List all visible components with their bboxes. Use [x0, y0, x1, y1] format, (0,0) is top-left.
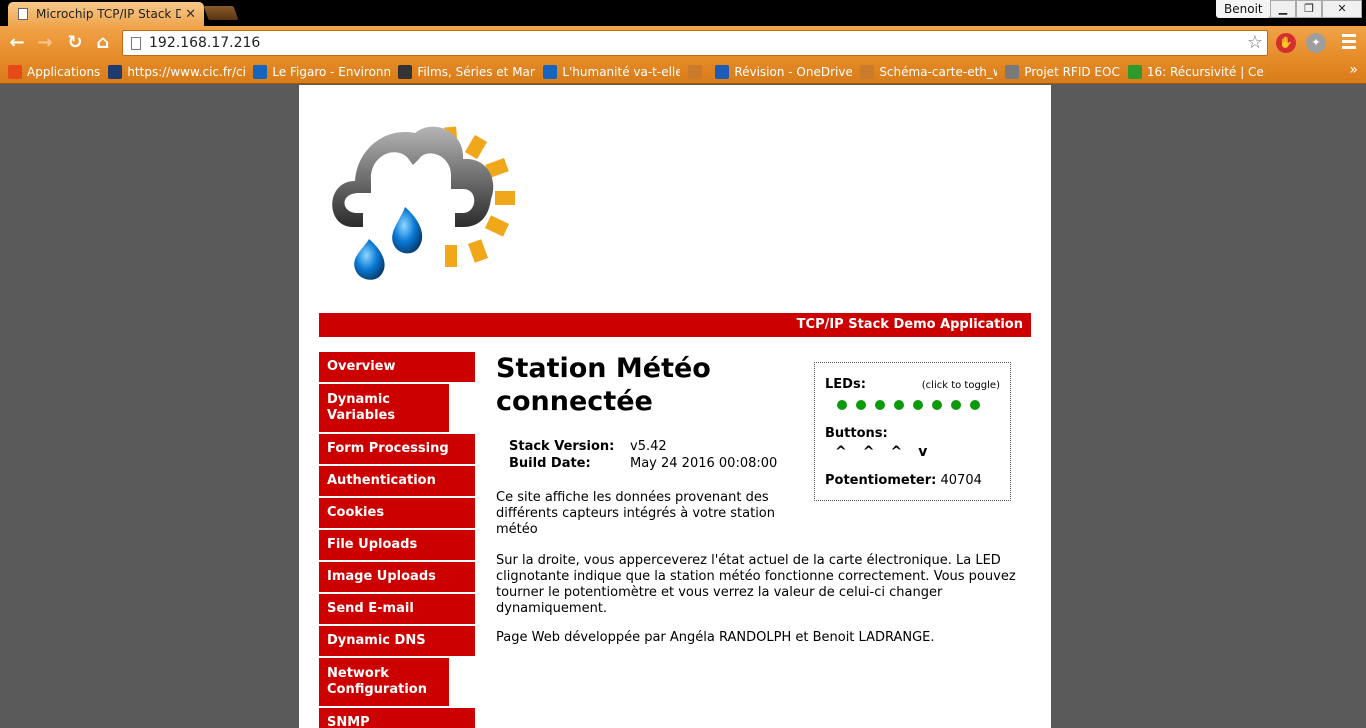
browser-toolbar: ← → ↻ ⌂ 192.168.17.216 ☆ ✋ ✦ [0, 26, 1366, 60]
bookmark-label: L'humanité va-t-elle m [562, 64, 681, 79]
extension-icon[interactable]: ✦ [1306, 33, 1326, 53]
bookmark-label: https://www.cic.fr/cic/ [127, 64, 246, 79]
button-state: ^ [890, 444, 903, 460]
bookmarks-bar: Applications https://www.cic.fr/cic/Le Fi… [0, 60, 1366, 84]
maximize-button[interactable]: ❐ [1296, 0, 1322, 18]
nav-item-cookies[interactable]: Cookies [319, 498, 475, 530]
led-indicator[interactable] [970, 400, 980, 410]
bookmark-star-icon[interactable]: ☆ [1247, 31, 1263, 55]
button-state: v [918, 444, 928, 460]
close-tab-icon[interactable]: ✕ [185, 7, 196, 22]
led-indicator[interactable] [951, 400, 961, 410]
forward-button[interactable]: → [34, 32, 56, 54]
nav-item-authentication[interactable]: Authentication [319, 466, 475, 498]
person-icon [1005, 64, 1020, 79]
cic-icon [108, 64, 123, 79]
led-indicator[interactable] [932, 400, 942, 410]
button-states: ^ ^ ^ v [835, 444, 1000, 460]
back-button[interactable]: ← [6, 32, 28, 54]
bookmark-item[interactable]: Projet RFID EOC [1005, 64, 1120, 79]
nav-item-form-processing[interactable]: Form Processing [319, 434, 475, 466]
bookmark-label: 16: Récursivité | Cercle [1146, 64, 1265, 79]
onedrive-icon [715, 64, 730, 79]
intro-paragraph: Ce site affiche les données provenant de… [496, 490, 775, 537]
document-icon [860, 64, 875, 79]
bookmark-item[interactable]: L'humanité va-t-elle m [543, 64, 681, 79]
figaro-icon [253, 64, 268, 79]
build-date-label: Build Date: [509, 456, 591, 471]
stack-version-label: Stack Version: [509, 439, 615, 454]
bookmark-item[interactable]: 16: Récursivité | Cercle [1127, 64, 1265, 79]
web-page: TCP/IP Stack Demo Application Overview Dy… [299, 85, 1051, 728]
led-indicator[interactable] [837, 400, 847, 410]
nav-item-dynamic-variables[interactable]: Dynamic Variables [319, 384, 449, 434]
bookmark-item[interactable]: https://www.cic.fr/cic/ [108, 64, 246, 79]
credits-paragraph: Page Web développée par Angéla RANDOLPH … [496, 630, 935, 645]
bookmark-item[interactable]: Films, Séries et Mang [398, 64, 536, 79]
home-button[interactable]: ⌂ [92, 32, 114, 54]
potentiometer-value: 40704 [940, 473, 982, 488]
reload-button[interactable]: ↻ [64, 32, 86, 54]
adblock-icon[interactable]: ✋ [1276, 33, 1296, 53]
page-title: Station Météo connectée [496, 353, 711, 417]
led-indicator[interactable] [875, 400, 885, 410]
potentiometer-row: Potentiometer: 40704 [825, 473, 1000, 488]
green-circle-icon [1127, 64, 1142, 79]
page-banner: TCP/IP Stack Demo Application [319, 313, 1031, 337]
build-date-value: May 24 2016 00:08:00 [630, 456, 778, 471]
button-state: ^ [835, 444, 847, 460]
weather-logo [332, 126, 515, 280]
bookmark-label: Le Figaro - Environne [272, 64, 391, 79]
more-bookmarks-icon[interactable]: » [1349, 62, 1358, 78]
url-text: 192.168.17.216 [149, 35, 261, 51]
led-indicator[interactable] [913, 400, 923, 410]
stack-version-value: v5.42 [630, 439, 667, 454]
bookmark-item[interactable]: Applications [8, 64, 101, 79]
nav-item-send-e-mail[interactable]: Send E-mail [319, 594, 475, 626]
bookmark-label: Films, Séries et Mang [417, 64, 536, 79]
address-bar[interactable]: 192.168.17.216 ☆ [122, 30, 1268, 56]
toggle-hint: (click to toggle) [921, 380, 1000, 391]
main-content: Station Météo connectée Stack Version: v… [496, 352, 796, 538]
menu-icon[interactable] [1342, 34, 1356, 52]
tab-title: Microchip TCP/IP Stack De [36, 7, 182, 21]
page-icon [18, 8, 28, 20]
tab-strip: Microchip TCP/IP Stack De ✕ Benoit ▁ ❐ ✕ [0, 0, 1366, 26]
minimize-button[interactable]: ▁ [1270, 0, 1296, 18]
bookmark-item[interactable] [688, 64, 707, 79]
version-info: Stack Version: v5.42 Build Date: May 24 … [509, 438, 796, 472]
nav-item-snmp[interactable]: SNMP [319, 708, 475, 728]
leds-label: LEDs: [825, 377, 866, 392]
profile-button[interactable]: Benoit [1216, 0, 1271, 18]
led-indicator[interactable] [894, 400, 904, 410]
bookmark-label: Schéma-carte-eth_wif [879, 64, 998, 79]
led-row [837, 400, 1000, 410]
board-status-box: LEDs: (click to toggle) Buttons: ^ ^ ^ v Po… [814, 362, 1011, 501]
page-icon [131, 37, 141, 50]
film-icon [398, 64, 413, 79]
document-icon [688, 64, 703, 79]
active-tab[interactable]: Microchip TCP/IP Stack De ✕ [8, 2, 204, 26]
button-state: ^ [862, 444, 875, 460]
close-window-button[interactable]: ✕ [1322, 0, 1362, 18]
nav-item-overview[interactable]: Overview [319, 352, 475, 384]
bookmark-label: Applications [27, 64, 101, 79]
bookmark-item[interactable]: Le Figaro - Environne [253, 64, 391, 79]
new-tab-button[interactable] [203, 6, 239, 20]
bookmark-label: Révision - OneDrive [734, 64, 853, 79]
description-paragraph: Sur la droite, vous apperceverez l'état … [496, 553, 1016, 616]
figaro-icon [543, 64, 558, 79]
bookmark-item[interactable]: Révision - OneDrive [715, 64, 853, 79]
bookmark-label: Projet RFID EOC [1024, 64, 1120, 79]
nav-item-file-uploads[interactable]: File Uploads [319, 530, 475, 562]
side-navigation: Overview Dynamic Variables Form Processing… [319, 352, 475, 728]
nav-item-network-configuration[interactable]: Network Configuration [319, 658, 449, 708]
nav-item-dynamic-dns[interactable]: Dynamic DNS [319, 626, 475, 658]
bookmark-item[interactable]: Schéma-carte-eth_wif [860, 64, 998, 79]
led-indicator[interactable] [856, 400, 866, 410]
apps-grid-icon [8, 64, 22, 79]
nav-item-image-uploads[interactable]: Image Uploads [319, 562, 475, 594]
buttons-label: Buttons: [825, 426, 888, 441]
potentiometer-label: Potentiometer: [825, 473, 937, 488]
